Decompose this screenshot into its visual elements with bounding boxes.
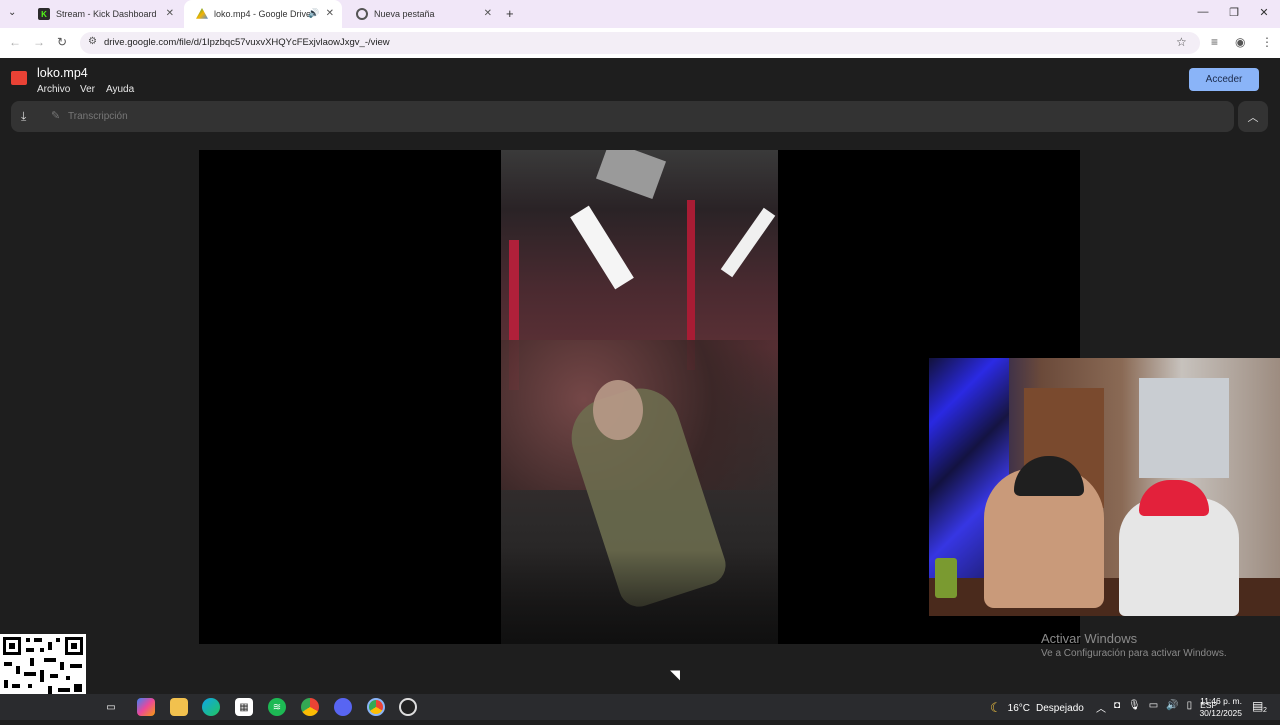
tab-kick-dashboard[interactable]: K Stream - Kick Dashboard ✕ [26, 0, 182, 28]
profile-icon[interactable]: ◉ [1235, 35, 1245, 49]
forward-arrow-icon[interactable]: → [33, 35, 45, 49]
tab-new-tab[interactable]: Nueva pestaña ✕ [344, 0, 500, 28]
file-title: loko.mp4 [37, 66, 88, 80]
speaker-icon[interactable]: 🔊 [308, 8, 319, 19]
minimize-icon[interactable]: — [1193, 6, 1213, 18]
network-icon[interactable]: ▭ [1149, 700, 1158, 715]
copilot-icon[interactable] [137, 698, 155, 716]
download-icon[interactable]: ⤓ [21, 109, 26, 124]
url-text[interactable]: drive.google.com/file/d/1Ipzbqc57vuxvXHQ… [104, 37, 390, 48]
moon-icon: ☾ [990, 700, 1002, 715]
restore-icon[interactable]: ❐ [1224, 6, 1244, 19]
notification-bell-icon[interactable]: ▤ [1252, 699, 1263, 713]
camera-icon[interactable]: ◘ [1114, 700, 1120, 715]
menu-ver[interactable]: Ver [80, 84, 95, 95]
more-menu-icon[interactable]: ⋮ [1261, 35, 1273, 49]
taskbar: ▭ ▦ ≋ ☾ 16°C Despejado ︿ ◘ 🎙 ▭ 🔊 ▯ ESP 1… [0, 694, 1280, 720]
reload-icon[interactable]: ↻ [57, 35, 67, 49]
clock-date: 30/12/2025 [1199, 708, 1242, 718]
chrome-taskbar-icon[interactable] [301, 698, 319, 716]
tab-title: Nueva pestaña [374, 9, 435, 19]
site-info-icon[interactable]: ⚙ [88, 36, 97, 47]
streamer-right-cap [1139, 480, 1209, 516]
tab-drive-video[interactable]: loko.mp4 - Google Drive 🔊 ✕ [184, 0, 342, 28]
spotify-icon[interactable]: ≋ [268, 698, 286, 716]
volume-icon[interactable]: 🔊 [1166, 700, 1178, 715]
obs-icon[interactable] [399, 698, 417, 716]
task-view-icon[interactable]: ▭ [102, 698, 120, 716]
close-window-icon[interactable]: ✕ [1254, 6, 1274, 19]
media-controls-icon[interactable]: ≡ [1211, 35, 1218, 49]
close-tab-icon[interactable]: ✕ [484, 8, 492, 19]
tab-title: Stream - Kick Dashboard [56, 9, 157, 19]
window [1139, 378, 1229, 478]
ceiling-light [570, 205, 634, 290]
edge-icon[interactable] [202, 698, 220, 716]
weather-widget[interactable]: ☾ 16°C Despejado [990, 700, 1084, 716]
floor-shadow [501, 550, 778, 644]
action-bar: ⤓ ✎ Transcripción [11, 101, 1234, 132]
microsoft-store-icon[interactable]: ▦ [235, 698, 253, 716]
chrome-profile-icon[interactable] [367, 698, 385, 716]
ceiling-light [720, 207, 776, 278]
video-file-icon [11, 71, 27, 85]
browser-toolbar: ← → ↻ ⚙ drive.google.com/file/d/1Ipzbqc5… [0, 28, 1280, 58]
chrome-icon [356, 8, 368, 20]
close-tab-icon[interactable]: ✕ [166, 8, 174, 19]
discord-icon[interactable] [334, 698, 352, 716]
chevron-up-icon[interactable]: ︿ [1096, 700, 1106, 715]
close-tab-icon[interactable]: ✕ [326, 8, 334, 19]
menu-archivo[interactable]: Archivo [37, 84, 70, 95]
battery-icon[interactable]: ▯ [1187, 700, 1193, 715]
menu-ayuda[interactable]: Ayuda [106, 84, 134, 95]
person-head [593, 380, 643, 440]
ceiling-light [595, 150, 667, 200]
microphone-icon[interactable]: 🎙 [1128, 700, 1141, 715]
clock[interactable]: 11:46 p. m. 30/12/2025 [1196, 695, 1242, 719]
tab-strip: ⌄ K Stream - Kick Dashboard ✕ loko.mp4 -… [0, 0, 1280, 28]
sign-in-button[interactable]: Acceder [1189, 68, 1259, 91]
weather-text: Despejado [1036, 702, 1084, 714]
webcam-overlay [929, 358, 1280, 616]
back-arrow-icon[interactable]: ← [9, 35, 21, 49]
kick-icon: K [38, 8, 50, 20]
collapse-chevron-icon[interactable]: ︿ [1238, 101, 1268, 132]
activation-watermark-title: Activar Windows [1041, 631, 1138, 646]
file-explorer-icon[interactable] [170, 698, 188, 716]
activation-watermark-subtitle: Ve a Configuración para activar Windows. [1041, 648, 1227, 659]
notification-count: 2 [1263, 707, 1267, 714]
bookmark-star-icon[interactable]: ☆ [1176, 35, 1187, 49]
weather-temp: 16°C [1007, 702, 1030, 714]
tab-list-icon[interactable]: ⌄ [8, 7, 16, 18]
transcript-edit-icon[interactable]: ✎ [51, 109, 60, 122]
glass [935, 558, 957, 598]
clock-time: 11:46 p. m. [1200, 696, 1242, 706]
new-tab-plus-icon[interactable]: + [506, 6, 514, 21]
video-frame[interactable] [501, 150, 778, 644]
address-bar[interactable]: ⚙ drive.google.com/file/d/1Ipzbqc57vuxvX… [80, 32, 1200, 54]
tab-title: loko.mp4 - Google Drive [214, 9, 312, 19]
transcript-button[interactable]: Transcripción [68, 111, 128, 122]
google-drive-icon [196, 8, 208, 19]
